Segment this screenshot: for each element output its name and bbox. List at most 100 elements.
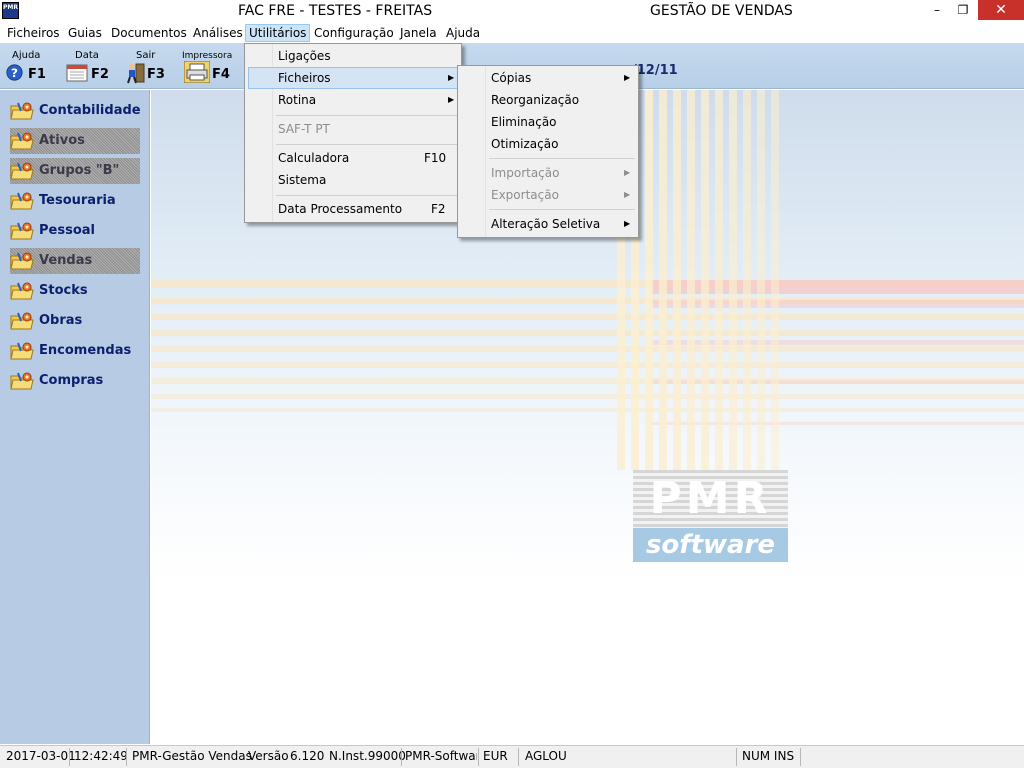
minimize-button[interactable]: – (924, 0, 950, 20)
menu-item-label: Cópias (491, 71, 532, 85)
sidebar-item-label: Grupos "B" (39, 163, 120, 178)
sidebar-item-encomendas[interactable]: Encomendas (10, 338, 140, 364)
sidebar-item-label: Tesouraria (39, 193, 116, 208)
submenu-item-otimizacao[interactable]: Otimização (461, 133, 635, 155)
sidebar-item-label: Obras (39, 313, 83, 328)
menu-utilitarios[interactable]: Utilitários (245, 24, 311, 42)
menu-separator (276, 195, 458, 196)
date-toolbar-button[interactable]: Data F2 (64, 47, 114, 87)
exit-toolbar-button[interactable]: Sair F3 (122, 47, 172, 87)
menu-item-ligacoes[interactable]: Ligações (248, 45, 458, 67)
logo-software-text: software (633, 528, 788, 562)
sidebar-item-compras[interactable]: Compras (10, 368, 140, 394)
sidebar-item-pessoal[interactable]: Pessoal (10, 218, 140, 244)
printer-icon (184, 61, 210, 83)
sidebar-item-label: Vendas (39, 253, 93, 268)
menu-separator (489, 158, 635, 159)
pmr-software-logo: PMR software (633, 470, 788, 562)
status-currency: EUR (483, 749, 508, 763)
menu-item-data-processamento[interactable]: Data Processamento F2 (248, 198, 458, 220)
sidebar-item-obras[interactable]: Obras (10, 308, 140, 334)
exit-button-key: F3 (147, 67, 165, 82)
sidebar-item-label: Contabilidade (39, 103, 141, 118)
submenu-item-copias[interactable]: Cópias ▶ (461, 67, 635, 89)
sidebar-item-ativos: Ativos (10, 128, 140, 154)
menu-ajuda[interactable]: Ajuda (443, 24, 483, 42)
submenu-item-importacao: Importação ▶ (461, 162, 635, 184)
submenu-arrow-icon: ▶ (624, 190, 631, 199)
svg-text:?: ? (11, 66, 18, 80)
sidebar-item-stocks[interactable]: Stocks (10, 278, 140, 304)
menu-item-rotina[interactable]: Rotina ▶ (248, 89, 458, 111)
status-user: AGLOU (525, 749, 567, 763)
menu-item-label: Alteração Seletiva (491, 217, 601, 231)
calendar-icon (66, 64, 88, 82)
status-date: 2017-03-01 (6, 749, 76, 763)
folder-icon (10, 342, 34, 360)
sidebar-item-label: Pessoal (39, 223, 95, 238)
exit-button-label: Sair (136, 50, 156, 61)
printer-button-key: F4 (212, 67, 230, 82)
submenu-arrow-icon: ▶ (448, 73, 455, 82)
folder-icon (10, 372, 34, 390)
menu-configuracao[interactable]: Configuração (311, 24, 397, 42)
app-logo-icon[interactable]: PMR (2, 2, 19, 19)
menu-separator (276, 115, 458, 116)
folder-icon (10, 312, 34, 330)
printer-toolbar-button[interactable]: Impressora F4 (182, 47, 242, 87)
window-title: FAC FRE - TESTES - FREITAS (238, 3, 433, 19)
submenu-item-eliminacao[interactable]: Eliminação (461, 111, 635, 133)
exit-icon (127, 63, 145, 84)
status-install: N.Inst.99000 (329, 749, 406, 763)
status-vendor: PMR-Softwar (405, 749, 477, 763)
help-icon: ? (6, 64, 23, 81)
status-app-name: PMR-Gestão Vendas (132, 749, 252, 763)
menu-bar: Ficheiros Guias Documentos Análises Util… (0, 22, 1024, 43)
menu-item-calculadora[interactable]: Calculadora F10 (248, 147, 458, 169)
background-stripes-horizontal (151, 280, 1024, 425)
folder-icon (10, 102, 34, 120)
folder-icon (10, 282, 34, 300)
status-divider (518, 748, 519, 766)
status-divider (69, 748, 70, 766)
sidebar-item-vendas: Vendas (10, 248, 140, 274)
submenu-arrow-icon: ▶ (624, 219, 631, 228)
menu-item-shortcut: F2 (431, 202, 446, 216)
submenu-arrow-icon: ▶ (624, 168, 631, 177)
ficheiros-submenu: Cópias ▶ Reorganização Eliminação Otimiza… (457, 65, 639, 238)
menu-analises[interactable]: Análises (190, 24, 246, 42)
submenu-item-alteracao-seletiva[interactable]: Alteração Seletiva ▶ (461, 213, 635, 235)
printer-button-label: Impressora (182, 51, 233, 61)
date-button-key: F2 (91, 67, 109, 82)
sidebar-item-contabilidade[interactable]: Contabilidade (10, 98, 141, 124)
module-title: GESTÃO DE VENDAS (650, 3, 793, 19)
menu-item-label: Data Processamento (278, 202, 403, 216)
menu-ficheiros[interactable]: Ficheiros (4, 24, 63, 42)
menu-item-label: Calculadora (278, 151, 350, 165)
help-toolbar-button[interactable]: Ajuda ? F1 (4, 47, 54, 87)
status-time: 12:42:49 (74, 749, 128, 763)
status-divider (401, 748, 402, 766)
submenu-item-exportacao: Exportação ▶ (461, 184, 635, 206)
menu-guias[interactable]: Guias (65, 24, 105, 42)
menu-item-sistema[interactable]: Sistema (248, 169, 458, 191)
menu-item-label: Exportação (491, 188, 559, 202)
close-button[interactable]: ✕ (978, 0, 1024, 20)
folder-icon (10, 192, 34, 210)
title-bar: PMR FAC FRE - TESTES - FREITAS GESTÃO DE… (0, 0, 1024, 22)
submenu-arrow-icon: ▶ (448, 95, 455, 104)
submenu-item-reorganizacao[interactable]: Reorganização (461, 89, 635, 111)
utilitarios-menu: Ligações Ficheiros ▶ Rotina ▶ SAF-T PT Cal… (244, 43, 462, 223)
menu-janela[interactable]: Janela (397, 24, 440, 42)
folder-icon (10, 252, 34, 270)
menu-documentos[interactable]: Documentos (108, 24, 190, 42)
menu-item-label: Importação (491, 166, 560, 180)
sidebar-item-label: Stocks (39, 283, 88, 298)
restore-button[interactable]: ❐ (950, 0, 976, 20)
menu-item-label: Otimização (491, 137, 559, 151)
submenu-arrow-icon: ▶ (624, 73, 631, 82)
menu-item-ficheiros[interactable]: Ficheiros ▶ (248, 67, 458, 89)
status-divider (126, 748, 127, 766)
sidebar-item-tesouraria[interactable]: Tesouraria (10, 188, 140, 214)
menu-separator (489, 209, 635, 210)
